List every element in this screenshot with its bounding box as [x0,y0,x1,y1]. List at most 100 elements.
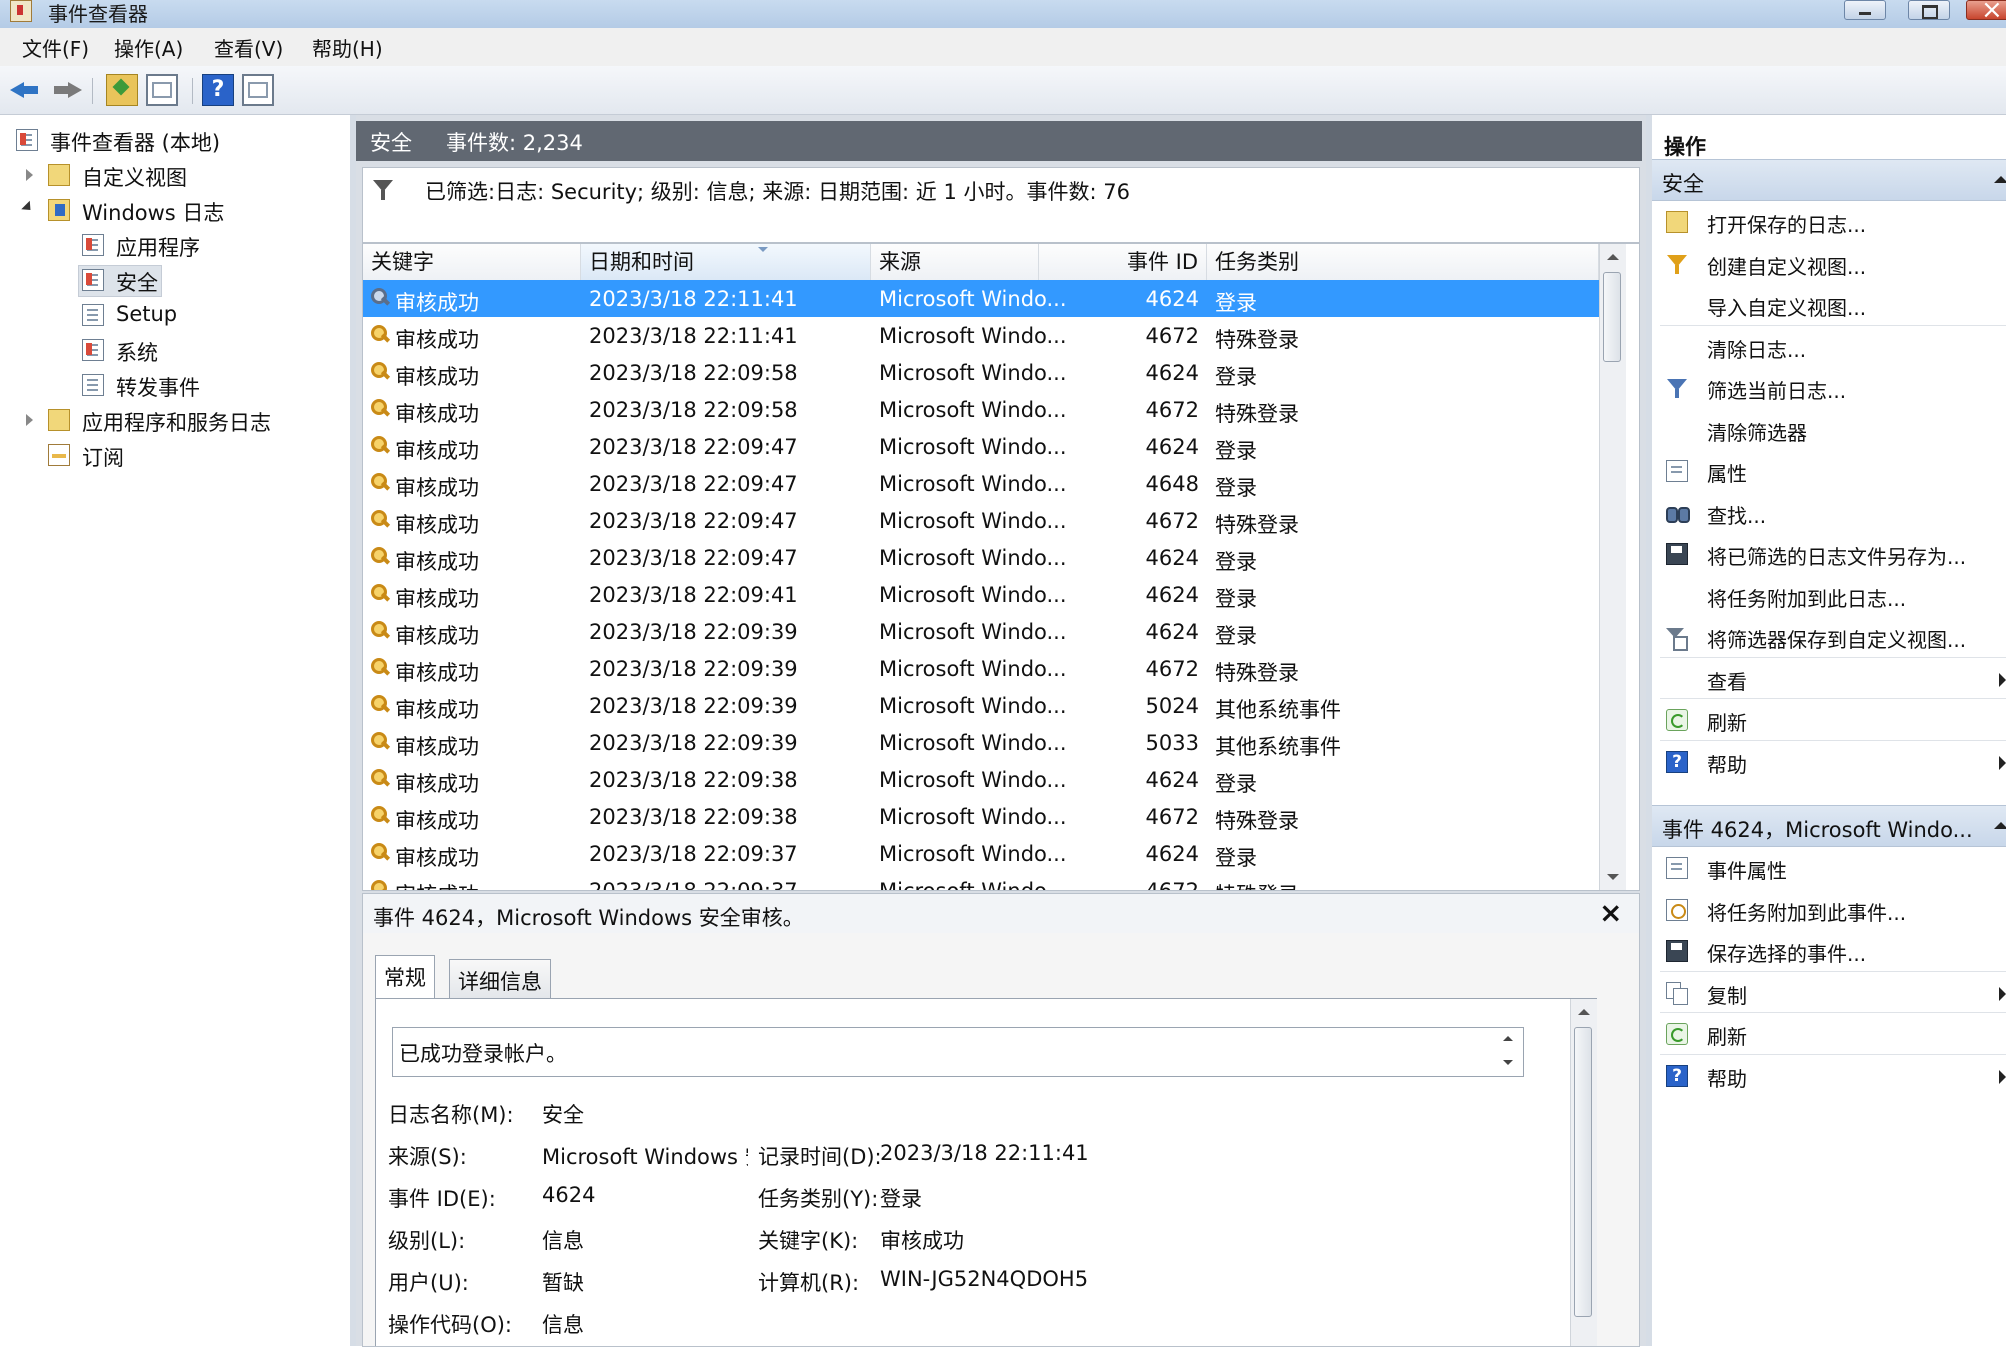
tree-item-setup[interactable]: Setup [0,298,340,332]
menu-action[interactable]: 操作(A) [114,33,183,62]
cell-source: Microsoft Windo... [879,842,1067,866]
show-action-pane-icon[interactable] [242,74,274,106]
action-find[interactable]: 查找... [1652,492,2006,534]
collapse-arrow-icon[interactable] [21,200,35,215]
action-attach-task-to-log[interactable]: 将任务附加到此日志... [1652,575,2006,617]
action-help[interactable]: ? 帮助 [1652,1055,2006,1097]
message-scroll-up-icon[interactable] [1503,1036,1513,1041]
action-refresh[interactable]: 刷新 [1652,1013,2006,1055]
actions-section-event[interactable]: 事件 4624，Microsoft Windo... [1652,805,2006,847]
table-row[interactable]: 审核成功 2023/3/18 22:09:37 Microsoft Windo...… [363,872,1599,890]
scroll-thumb[interactable] [1574,1027,1592,1317]
up-folder-icon[interactable] [106,74,138,106]
action-refresh[interactable]: 刷新 [1652,699,2006,741]
minimize-button[interactable] [1844,0,1886,20]
close-window-button[interactable] [1966,0,2006,25]
action-clear-filter[interactable]: 清除筛选器 [1652,409,2006,451]
table-row[interactable]: 审核成功 2023/3/18 22:09:37 Microsoft Windo...… [363,835,1599,872]
field-label-task-category: 任务类别(Y): [758,1187,879,1211]
scroll-up-arrow-icon[interactable] [1578,1009,1590,1015]
detail-scrollbar[interactable] [1570,999,1597,1346]
cell-keyword: 审核成功 [395,661,479,685]
field-value-logged: 2023/3/18 22:11:41 [880,1141,1089,1165]
table-row[interactable]: 审核成功 2023/3/18 22:09:47 Microsoft Windo...… [363,428,1599,465]
refresh-icon [1666,1023,1688,1045]
tree-item-system[interactable]: 系统 [0,333,340,367]
cell-keyword: 审核成功 [395,402,479,426]
table-row[interactable]: 审核成功 2023/3/18 22:09:47 Microsoft Windo...… [363,539,1599,576]
action-properties[interactable]: 属性 [1652,450,2006,492]
action-help[interactable]: ? 帮助 [1652,741,2006,783]
menu-view[interactable]: 查看(V) [214,33,283,62]
action-import-custom-view[interactable]: 导入自定义视图... [1652,284,2006,326]
event-message-box[interactable]: 已成功登录帐户。 [392,1027,1524,1077]
collapse-section-icon[interactable] [1994,822,2006,829]
table-row[interactable]: 审核成功 2023/3/18 22:09:41 Microsoft Windo...… [363,576,1599,613]
table-row[interactable]: 审核成功 2023/3/18 22:09:38 Microsoft Windo...… [363,761,1599,798]
forward-arrow-icon[interactable] [50,74,82,106]
field-value-computer: WIN-JG52N4QDOH5 [880,1267,1089,1291]
tree-item-subscriptions[interactable]: 订阅 [0,438,340,472]
action-save-filtered-log-as[interactable]: 将已筛选的日志文件另存为... [1652,533,2006,575]
action-save-selected-events[interactable]: 保存选择的事件... [1652,930,2006,972]
action-label: 查找... [1707,503,1767,528]
tree-item-forwarded-events[interactable]: 转发事件 [0,368,340,402]
table-row[interactable]: 审核成功 2023/3/18 22:09:47 Microsoft Windo...… [363,465,1599,502]
column-header-date-time[interactable]: 日期和时间 [581,244,871,280]
table-row[interactable]: 审核成功 2023/3/18 22:11:41 Microsoft Windo...… [363,317,1599,354]
cell-event-id: 4624 [1145,583,1199,607]
scroll-up-arrow-icon[interactable] [1607,254,1619,260]
expand-arrow-icon[interactable] [26,414,33,426]
action-open-saved-log[interactable]: 打开保存的日志... [1652,201,2006,243]
table-scrollbar[interactable] [1599,244,1626,890]
cell-date-time: 2023/3/18 22:09:38 [589,768,798,792]
scroll-thumb[interactable] [1603,272,1621,362]
column-header-event-id[interactable]: 事件 ID [1039,244,1207,280]
table-row[interactable]: 审核成功 2023/3/18 22:09:38 Microsoft Windo...… [363,798,1599,835]
message-scroll-down-icon[interactable] [1503,1060,1513,1065]
windows-logs-icon [48,199,70,221]
actions-section-security[interactable]: 安全 [1652,159,2006,201]
table-row[interactable]: 审核成功 2023/3/18 22:09:39 Microsoft Windo...… [363,613,1599,650]
action-event-properties[interactable]: 事件属性 [1652,847,2006,889]
action-clear-log[interactable]: 清除日志... [1652,326,2006,368]
expand-arrow-icon[interactable] [26,169,33,181]
action-save-filter-to-custom-view[interactable]: 将筛选器保存到自定义视图... [1652,616,2006,658]
tree-item-application[interactable]: 应用程序 [0,228,340,262]
tab-details[interactable]: 详细信息 [449,959,551,999]
cell-event-id: 5033 [1145,731,1199,755]
scroll-down-arrow-icon[interactable] [1607,874,1619,880]
column-header-source[interactable]: 来源 [871,244,1039,280]
close-detail-icon[interactable]: × [1599,896,1622,929]
tree-item-windows-logs[interactable]: Windows 日志 [0,193,340,227]
action-copy[interactable]: 复制 [1652,972,2006,1014]
tab-general[interactable]: 常规 [375,955,435,999]
table-row[interactable]: 审核成功 2023/3/18 22:09:58 Microsoft Windo...… [363,391,1599,428]
table-row[interactable]: 审核成功 2023/3/18 22:09:39 Microsoft Windo...… [363,687,1599,724]
tree-item-custom-views[interactable]: 自定义视图 [0,158,340,192]
show-hide-tree-icon[interactable] [146,74,178,106]
help-icon[interactable]: ? [202,74,234,106]
table-row[interactable]: 审核成功 2023/3/18 22:09:39 Microsoft Windo...… [363,724,1599,761]
action-create-custom-view[interactable]: 创建自定义视图... [1652,243,2006,285]
tree-item-app-services-logs[interactable]: 应用程序和服务日志 [0,403,340,437]
back-arrow-icon[interactable] [10,74,42,106]
action-view[interactable]: 查看 [1652,658,2006,700]
cell-source: Microsoft Windo... [879,768,1067,792]
table-row[interactable]: 审核成功 2023/3/18 22:09:47 Microsoft Windo...… [363,502,1599,539]
tree-item-root[interactable]: 事件查看器 (本地) [0,123,340,157]
restore-button[interactable] [1908,0,1950,20]
tree-item-security[interactable]: 安全 [0,263,340,297]
column-header-keywords[interactable]: 关键字 [363,244,581,280]
menu-file[interactable]: 文件(F) [22,33,89,62]
audit-key-icon [371,547,389,565]
action-attach-task-to-event[interactable]: 将任务附加到此事件... [1652,889,2006,931]
cell-date-time: 2023/3/18 22:11:41 [589,324,798,348]
collapse-section-icon[interactable] [1994,176,2006,183]
column-header-task-category[interactable]: 任务类别 [1207,244,1599,280]
table-row[interactable]: 审核成功 2023/3/18 22:09:39 Microsoft Windo...… [363,650,1599,687]
menu-help[interactable]: 帮助(H) [312,33,383,62]
table-row[interactable]: 审核成功 2023/3/18 22:09:58 Microsoft Windo...… [363,354,1599,391]
action-filter-current-log[interactable]: 筛选当前日志... [1652,367,2006,409]
table-row[interactable]: 审核成功 2023/3/18 22:11:41 Microsoft Windo...… [363,280,1599,317]
